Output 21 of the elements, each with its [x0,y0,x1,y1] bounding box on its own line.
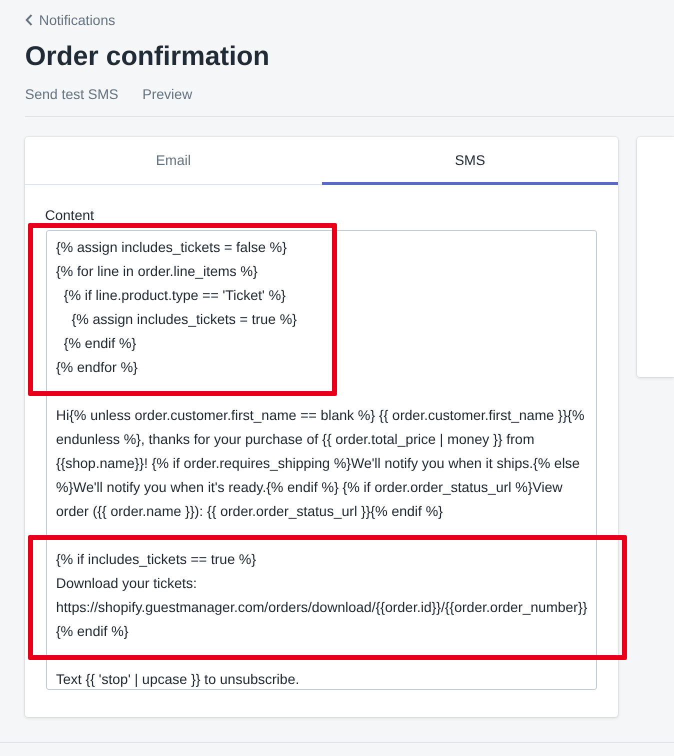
template-line: {% endif %} [56,622,130,641]
chevron-left-icon [25,14,33,26]
tab[interactable]: SMS [322,137,618,185]
content-label: Content [45,207,96,223]
tab[interactable]: Email [25,137,322,185]
template-line: {% if includes_tickets == true %} [56,550,257,569]
template-line: {% assign includes_tickets = false %} [56,238,288,257]
template-line: {% endfor %} [56,358,139,377]
content-field[interactable] [46,230,598,690]
page-title: Order confirmation [25,41,271,72]
template-line: {% for line in order.line_items %} [56,262,259,281]
back-link[interactable]: Notifications [25,12,116,28]
action-link[interactable]: Preview [142,86,192,102]
template-line: Download your tickets: [56,574,198,593]
template-line: {% if line.product.type == 'Ticket' %} [62,286,287,305]
template-line: Hi{% unless order.customer.first_name == blank %} {{ order.customer.first_name }}{% endunless %}, thanks for your purchase of {{ order.total_price | money }} from {{shop.name}}! {% if order.requires_shipping %}We'll notify you when it ships.{% else %}We'll notify you when it's ready.{% endif %} {% if order.order_status_url %}View order ({{ order.name }}): {{ order.order_status_url }}{% endif %} [56,406,586,521]
template-line: {% assign includes_tickets = true %} [70,310,297,329]
template-line: https://shopify.guestmanager.com/orders/download/{{order.id}}/{{order.order_number}} [56,598,588,617]
template-line: Text {{ 'stop' | upcase }} to unsubscribe. [56,670,300,689]
template-line: {% endif %} [62,334,138,353]
action-link[interactable]: Send test SMS [25,86,118,102]
